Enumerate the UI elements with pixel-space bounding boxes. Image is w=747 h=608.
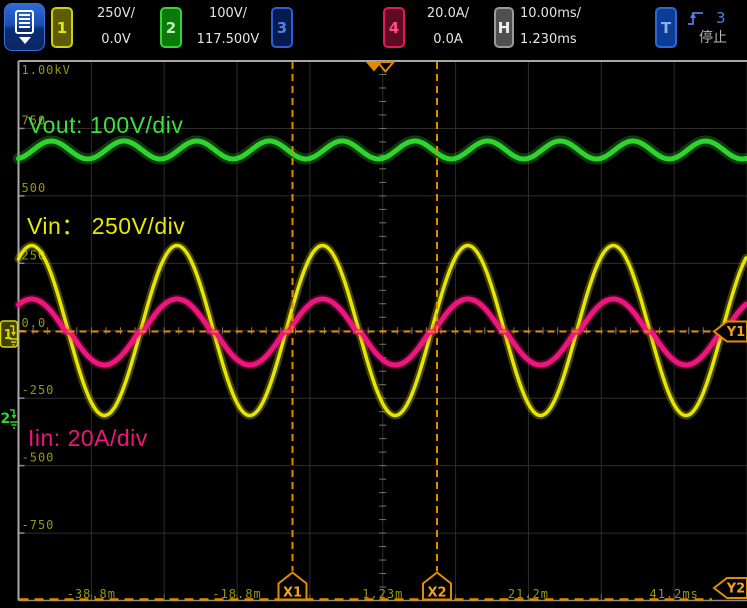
- channel-3-button[interactable]: 3: [271, 7, 293, 48]
- horizontal-scale: 10.00ms/: [520, 7, 581, 21]
- channel-2-ground-marker[interactable]: 2: [1, 410, 19, 428]
- channel-1-ground-marker[interactable]: 1: [1, 321, 18, 347]
- channel-4-scale: 20.0A/: [427, 7, 469, 21]
- vin-trace-label: Vin： 250V/div: [27, 207, 185, 241]
- channel-1-scale: 250V/: [97, 7, 135, 21]
- svg-text:X1: X1: [283, 586, 302, 601]
- chevron-down-icon: [19, 37, 31, 44]
- cursor-x2-marker[interactable]: X2: [423, 573, 451, 601]
- trigger-button[interactable]: T: [655, 7, 677, 48]
- channel-2-offset: 117.500V: [197, 33, 260, 47]
- trigger-position-marker[interactable]: [366, 62, 394, 72]
- channel-1-button[interactable]: 1: [51, 7, 73, 48]
- svg-text:-750: -750: [22, 518, 55, 532]
- svg-text:-500: -500: [22, 451, 55, 465]
- horizontal-button[interactable]: H: [494, 7, 514, 48]
- channel-4-readout: 20.0A/ 0.0A: [416, 7, 480, 47]
- channel-1-offset: 0.0V: [101, 33, 131, 47]
- iin-trace-label: Iin: 20A/div: [28, 425, 148, 452]
- topbar: 1 250V/ 0.0V 2 100V/ 117.500V 3 4 20.0A/…: [0, 0, 747, 55]
- svg-text:-38.8m: -38.8m: [67, 587, 116, 601]
- horizontal-readout: 10.00ms/ 1.230ms: [514, 7, 598, 47]
- channel-2-scale: 100V/: [209, 7, 247, 21]
- svg-text:-250: -250: [22, 383, 55, 397]
- channel-1-readout: 250V/ 0.0V: [84, 7, 148, 47]
- rising-edge-trigger-icon: [687, 9, 704, 27]
- main-menu-button[interactable]: [4, 3, 45, 51]
- cursor-x1-marker[interactable]: X1: [279, 573, 307, 601]
- menu-list-icon: [15, 10, 34, 34]
- svg-text:500: 500: [22, 181, 47, 195]
- svg-text:1: 1: [4, 328, 13, 343]
- channel-4-offset: 0.0A: [433, 33, 463, 47]
- acquisition-status: 停止: [699, 27, 727, 47]
- svg-text:X2: X2: [427, 586, 446, 601]
- cursor-y2-marker[interactable]: Y2: [714, 578, 747, 598]
- horizontal-delay: 1.230ms: [520, 33, 577, 47]
- trigger-source: 3: [716, 9, 726, 27]
- vout-trace-label: Vout: 100V/div: [28, 112, 183, 139]
- channel-4-button[interactable]: 4: [383, 7, 405, 48]
- svg-text:1.00kV: 1.00kV: [22, 63, 71, 77]
- channel-2-readout: 100V/ 117.500V: [188, 7, 268, 47]
- svg-text:21.2m: 21.2m: [508, 587, 549, 601]
- svg-text:2: 2: [1, 411, 11, 427]
- svg-text:0.0: 0.0: [22, 316, 47, 330]
- svg-text:Y1: Y1: [726, 325, 745, 340]
- channel-2-button[interactable]: 2: [160, 7, 182, 48]
- svg-text:Y2: Y2: [726, 582, 745, 597]
